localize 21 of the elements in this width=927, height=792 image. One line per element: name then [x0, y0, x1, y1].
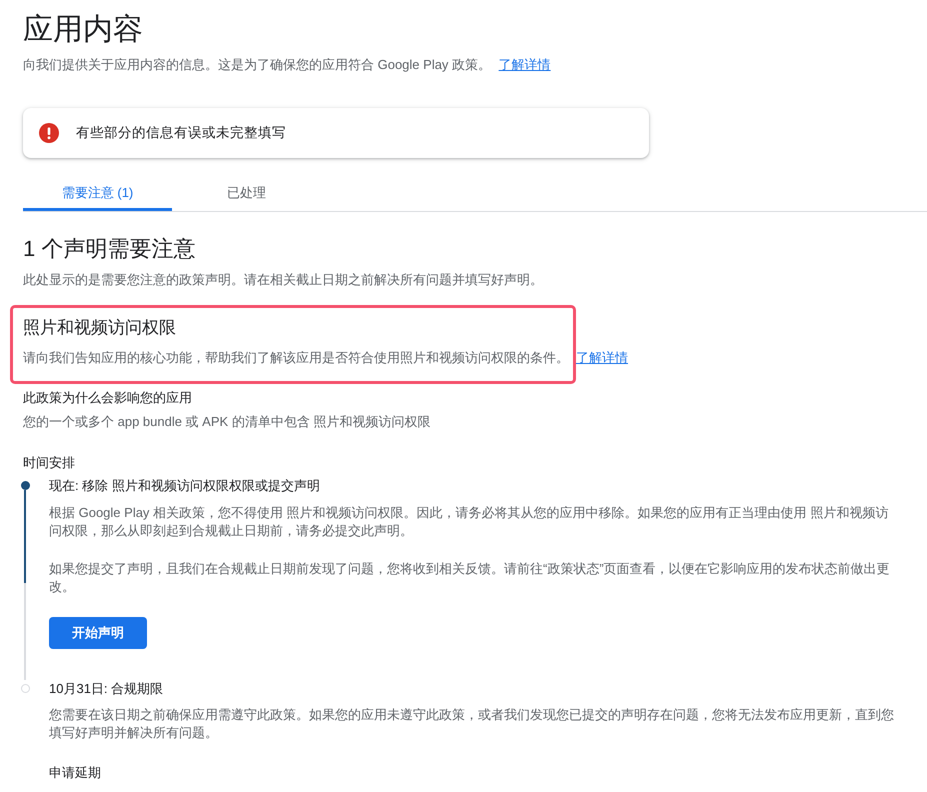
- timeline-item-title: 10月31日: 合规期限: [49, 680, 164, 698]
- policy-text: 您的一个或多个 app bundle 或 APK 的清单中包含 照片和视频访问权限: [23, 413, 430, 431]
- policy-heading: 此政策为什么会影响您的应用: [23, 389, 192, 407]
- declaration-description: 请向我们告知应用的核心功能，帮助我们了解该应用是否符合使用照片和视频访问权限的条件。: [23, 349, 569, 367]
- timeline-paragraph: 您需要在该日期之前确保应用需遵守此政策。如果您的应用未遵守此政策，或者我们发现您已提交的声明存在问题，您将无法发布应用更新，直到您填写好声明并解决所有问题。: [49, 706, 894, 742]
- extension-heading: 申请延期: [49, 764, 101, 782]
- section-description: 此处显示的是需要您注意的政策声明。请在相关截止日期之前解决所有问题并填写好声明。: [23, 271, 543, 289]
- alert-message: 有些部分的信息有误或未完整填写: [76, 124, 286, 142]
- learn-more-link[interactable]: 了解详情: [576, 349, 628, 367]
- start-declaration-button[interactable]: 开始声明: [49, 617, 147, 649]
- timeline-heading: 时间安排: [23, 454, 75, 472]
- page-description: 向我们提供关于应用内容的信息。这是为了确保您的应用符合 Google Play 政策。 了解详情: [23, 56, 551, 74]
- learn-more-link[interactable]: 了解详情: [498, 57, 551, 72]
- timeline-item-title: 现在: 移除 照片和视频访问权限权限或提交声明: [49, 477, 320, 495]
- section-heading: 1 个声明需要注意: [23, 235, 196, 263]
- timeline-paragraph: 如果您提交了声明，且我们在合规截止日期前发现了问题，您将收到相关反馈。请前往“政策状态”页面查看，以便在它影响应用的发布状态前做出更改。: [49, 560, 891, 596]
- page-title: 应用内容: [23, 12, 143, 48]
- tab[interactable]: 需要注意 (1): [23, 174, 172, 211]
- tab[interactable]: 已处理: [172, 174, 321, 211]
- timeline-paragraph: 根据 Google Play 相关政策，您不得使用 照片和视频访问权限。因此，请务必将其从您的应用中移除。如果您的应用有正当理由使用 照片和视频访问权限，那么从即刻起到合规截止日期前，请务必提交此声明。: [49, 504, 890, 540]
- declaration-title: 照片和视频访问权限: [23, 317, 176, 339]
